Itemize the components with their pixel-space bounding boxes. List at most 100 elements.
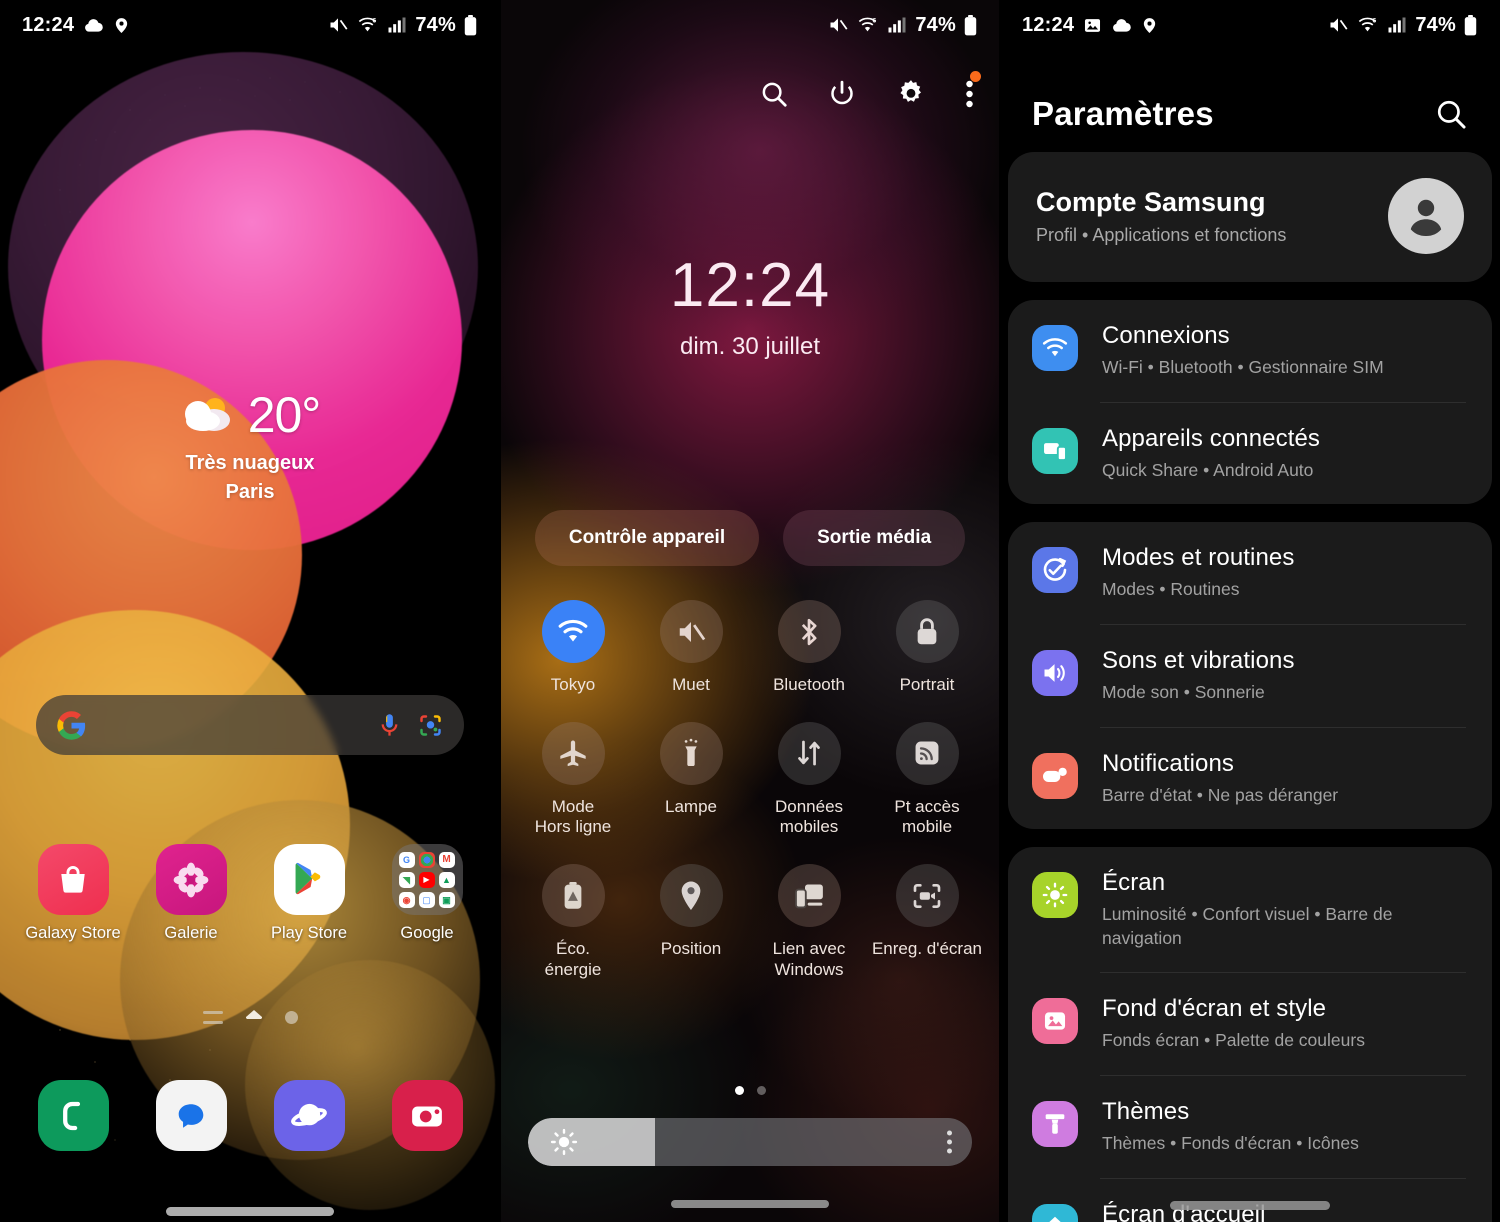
tile-wifi[interactable]: Tokyo xyxy=(514,600,632,696)
folder-app-gmail: M xyxy=(438,851,455,868)
dock-app-camera[interactable] xyxy=(377,1080,477,1151)
person-avatar-icon[interactable] xyxy=(1388,178,1464,254)
weather-city: Paris xyxy=(225,481,275,503)
app-label: Play Store xyxy=(270,924,348,942)
brightness-track[interactable] xyxy=(528,1118,972,1166)
galaxy-store-icon xyxy=(37,844,109,915)
connected-devices-icon xyxy=(1032,427,1078,474)
power-icon[interactable] xyxy=(827,79,857,109)
notification-badge xyxy=(970,71,981,82)
dock-app-phone[interactable] xyxy=(23,1080,123,1151)
settings-list: Compte Samsung Profil • Applications et … xyxy=(1008,152,1492,1222)
search-icon[interactable] xyxy=(1434,97,1468,131)
settings-item-themes[interactable]: Thèmes Thèmes • Fonds d'écran • Icônes xyxy=(1008,1076,1492,1178)
tile-airplane-mode[interactable]: Mode Hors ligne xyxy=(514,721,632,838)
tile-mute[interactable]: Muet xyxy=(632,600,750,696)
settings-item-appareils-connectes[interactable]: Appareils connectés Quick Share • Androi… xyxy=(1008,403,1492,505)
tile-flashlight[interactable]: Lampe xyxy=(632,721,750,838)
tile-label: Mode Hors ligne xyxy=(534,796,612,837)
status-bar-quickpanel: 6 74% xyxy=(500,0,1000,50)
page-dot[interactable] xyxy=(756,1086,766,1095)
modes-routines-icon xyxy=(1032,547,1078,594)
settings-item-modes-et-routines[interactable]: Modes et routines Modes • Routines xyxy=(1008,522,1492,624)
gallery-icon xyxy=(155,844,227,915)
settings-item-subtitle: Quick Share • Android Auto xyxy=(1102,459,1314,480)
settings-item-title: Connexions xyxy=(1102,322,1230,349)
home-screen-panel: 12:24 6 74% 20° Très nuageux Paris Galax… xyxy=(0,0,500,1222)
tile-link-to-windows[interactable]: Lien avec Windows xyxy=(750,864,868,980)
app-galerie[interactable]: Galerie xyxy=(141,844,241,943)
media-output-button[interactable]: Sortie média xyxy=(783,510,966,566)
mobile-data-icon xyxy=(777,721,841,785)
signal-icon xyxy=(886,15,906,35)
settings-item-subtitle: Thèmes • Fonds d'écran • Icônes xyxy=(1102,1133,1359,1153)
folder-app-maps: ◥ xyxy=(398,871,415,888)
quick-panel-actions xyxy=(759,71,981,110)
page-dot[interactable] xyxy=(284,1010,298,1024)
search-icon[interactable] xyxy=(759,79,789,109)
battery-percent: 74% xyxy=(1415,13,1456,36)
tile-mobile-data[interactable]: Données mobiles xyxy=(750,721,868,838)
navigation-bar-pill[interactable] xyxy=(1170,1201,1330,1210)
quick-panel-clock[interactable]: 12:24 dim. 30 juillet xyxy=(500,255,1000,361)
settings-item-fond-decran-et-style[interactable]: Fond d'écran et style Fonds écran • Pale… xyxy=(1008,973,1492,1075)
account-title: Compte Samsung xyxy=(1036,186,1266,217)
brightness-slider[interactable] xyxy=(528,1118,972,1166)
google-lens-icon[interactable] xyxy=(417,712,444,739)
settings-item-ecran[interactable]: Écran Luminosité • Confort visuel • Barr… xyxy=(1008,847,1492,972)
folder-app-meet: ▣ xyxy=(438,891,455,908)
page-dot-active[interactable] xyxy=(734,1086,744,1095)
brightness-options-icon[interactable] xyxy=(947,1130,952,1154)
wifi-icon xyxy=(1032,325,1078,371)
navigation-bar-pill[interactable] xyxy=(166,1207,334,1216)
settings-item-sons-et-vibrations[interactable]: Sons et vibrations Mode son • Sonnerie xyxy=(1008,625,1492,727)
settings-item-connexions[interactable]: Connexions Wi-Fi • Bluetooth • Gestionna… xyxy=(1008,300,1492,402)
tile-label: Tokyo xyxy=(550,675,596,694)
tile-label: Lampe xyxy=(665,796,717,816)
camera-icon xyxy=(391,1080,463,1151)
quick-panel-chips: Contrôle appareil Sortie média xyxy=(500,510,1000,566)
weather-widget[interactable]: 20° Très nuageux Paris xyxy=(0,390,500,504)
hotspot-icon xyxy=(895,721,959,785)
weather-condition: Très nuageux xyxy=(185,452,315,474)
battery-icon xyxy=(1463,14,1478,36)
display-icon xyxy=(1032,872,1078,919)
app-folder-google[interactable]: G M ◥ ▶ ▲ ◉ ▢ ▣ Google xyxy=(377,844,477,943)
svg-text:6: 6 xyxy=(1373,18,1377,25)
wifi-6-icon: 6 xyxy=(356,15,379,35)
tile-location[interactable]: Position xyxy=(632,864,750,980)
tile-power-saving[interactable]: Éco. énergie xyxy=(514,864,632,980)
dock-app-messages[interactable] xyxy=(141,1080,241,1151)
settings-item-notifications[interactable]: Notifications Barre d'état • Ne pas déra… xyxy=(1008,728,1492,830)
link-to-windows-icon xyxy=(777,864,841,928)
svg-text:6: 6 xyxy=(373,18,377,25)
signal-icon xyxy=(386,15,406,35)
cloud-icon xyxy=(1111,15,1132,36)
navigation-bar-pill[interactable] xyxy=(671,1200,829,1208)
more-options-icon[interactable] xyxy=(965,71,981,109)
tile-screen-recorder[interactable]: Enreg. d'écran xyxy=(868,864,986,980)
messages-icon xyxy=(155,1080,227,1151)
tile-hotspot[interactable]: Pt accès mobile xyxy=(868,721,986,838)
google-g-icon xyxy=(56,710,87,741)
samsung-account-card[interactable]: Compte Samsung Profil • Applications et … xyxy=(1008,152,1492,282)
home-app-row-1: Galaxy Store Galerie Play Store G M ◥ ▶ … xyxy=(0,844,500,943)
microphone-icon[interactable] xyxy=(376,712,403,739)
status-bar-home: 12:24 6 74% xyxy=(0,0,500,50)
tile-label: Données mobiles xyxy=(774,796,844,837)
settings-gear-icon[interactable] xyxy=(895,78,927,110)
home-icon[interactable] xyxy=(245,1010,262,1024)
tile-rotation-lock[interactable]: Portrait xyxy=(868,600,986,696)
image-icon xyxy=(1083,16,1102,35)
three-phone-screenshots: 12:24 6 74% 20° Très nuageux Paris Galax… xyxy=(0,0,1500,1222)
device-control-button[interactable]: Contrôle appareil xyxy=(534,510,760,566)
settings-item-title: Modes et routines xyxy=(1102,544,1295,572)
tile-bluetooth[interactable]: Bluetooth xyxy=(750,600,868,696)
app-play-store[interactable]: Play Store xyxy=(259,844,359,943)
app-galaxy-store[interactable]: Galaxy Store xyxy=(23,844,123,943)
google-search-bar[interactable] xyxy=(36,695,464,755)
dock-app-internet[interactable] xyxy=(259,1080,359,1151)
account-row[interactable]: Compte Samsung Profil • Applications et … xyxy=(1008,152,1492,282)
apps-list-icon[interactable] xyxy=(202,1010,223,1024)
settings-item-title: Sons et vibrations xyxy=(1102,646,1295,674)
